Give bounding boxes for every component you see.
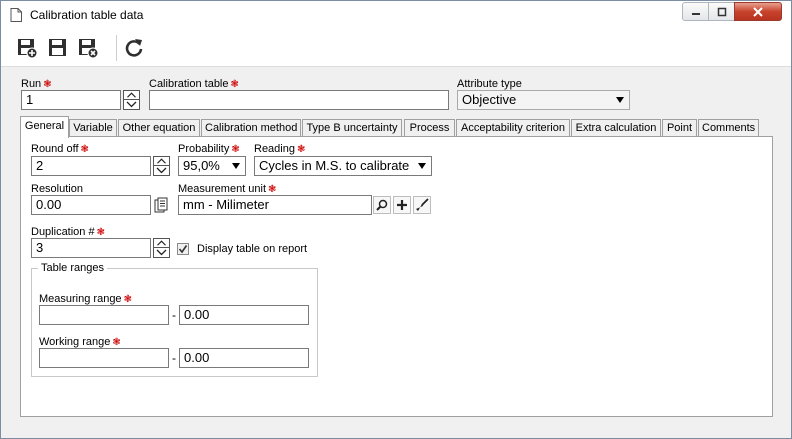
chevron-up-icon[interactable] — [124, 91, 139, 100]
tab-other-equation[interactable]: Other equation — [118, 119, 200, 137]
chevron-up-icon[interactable] — [154, 157, 169, 166]
clipboard-icon[interactable] — [154, 197, 168, 213]
tab-variable[interactable]: Variable — [69, 119, 117, 137]
required-icon: ❃ — [230, 79, 239, 90]
tab-comments[interactable]: Comments — [698, 119, 759, 137]
attribute-type-label: Attribute type — [457, 78, 522, 90]
required-icon: ❃ — [80, 144, 89, 155]
toolbar — [1, 29, 791, 67]
display-table-checkbox[interactable] — [177, 243, 189, 255]
reading-select[interactable]: Cycles in M.S. to calibrate — [254, 156, 432, 176]
required-icon: ❃ — [123, 294, 132, 305]
save-close-icon[interactable] — [77, 37, 99, 59]
range-separator: - — [172, 351, 176, 365]
run-input[interactable]: 1 — [21, 90, 121, 110]
maximize-button[interactable] — [708, 2, 735, 21]
round-off-label: Round off ❃ — [31, 143, 89, 155]
range-separator: - — [172, 308, 176, 322]
attribute-type-select[interactable]: Objective — [457, 90, 630, 110]
resolution-input[interactable]: 0.00 — [31, 195, 151, 215]
duplication-label: Duplication # ❃ — [31, 226, 105, 238]
measurement-unit-label: Measurement unit ❃ — [178, 183, 277, 195]
tab-acceptability-criterion[interactable]: Acceptability criterion — [456, 119, 570, 137]
attribute-type-value: Objective — [462, 92, 517, 107]
tab-type-b-uncertainty[interactable]: Type B uncertainty — [302, 119, 402, 137]
window-title: Calibration table data — [30, 8, 144, 22]
tab-general[interactable]: General — [20, 116, 69, 138]
dropdown-arrow-icon — [418, 163, 426, 169]
chevron-down-icon[interactable] — [154, 248, 169, 257]
dropdown-arrow-icon — [616, 97, 624, 103]
measurement-unit-input[interactable]: mm - Milimeter — [178, 195, 372, 215]
checkmark-icon — [178, 245, 188, 254]
plus-icon — [397, 200, 407, 210]
resolution-label: Resolution — [31, 183, 83, 195]
save-icon[interactable] — [47, 37, 69, 59]
round-off-stepper[interactable] — [153, 156, 170, 176]
required-icon: ❃ — [268, 184, 277, 195]
measuring-range-to-input[interactable]: 0.00 — [179, 305, 309, 325]
search-icon — [376, 199, 388, 211]
tab-process[interactable]: Process — [404, 119, 455, 137]
tab-extra-calculation[interactable]: Extra calculation — [571, 119, 661, 137]
display-table-label: Display table on report — [197, 243, 308, 255]
required-icon: ❃ — [43, 79, 52, 90]
probability-select[interactable]: 95,0% — [178, 156, 246, 176]
working-range-to-input[interactable]: 0.00 — [179, 348, 309, 368]
reading-value: Cycles in M.S. to calibrate — [259, 158, 410, 173]
minimize-button[interactable] — [682, 2, 709, 21]
run-label: Run ❃ — [21, 78, 52, 90]
calibration-table-label: Calibration table ❃ — [149, 78, 239, 90]
duplication-input[interactable]: 3 — [31, 238, 151, 258]
required-icon: ❃ — [231, 144, 240, 155]
chevron-up-icon[interactable] — [154, 239, 169, 248]
working-range-from-input[interactable] — [39, 348, 169, 368]
reading-label: Reading ❃ — [254, 143, 306, 155]
measuring-range-from-input[interactable] — [39, 305, 169, 325]
calibration-table-input[interactable] — [149, 90, 449, 110]
broom-icon — [416, 198, 429, 211]
close-button[interactable] — [734, 2, 782, 21]
refresh-icon[interactable] — [123, 37, 145, 59]
clear-button[interactable] — [413, 196, 431, 214]
title-bar: Calibration table data — [1, 1, 791, 29]
required-icon: ❃ — [112, 337, 121, 348]
dropdown-arrow-icon — [232, 163, 240, 169]
chevron-down-icon[interactable] — [124, 100, 139, 109]
working-range-label: Working range ❃ — [39, 336, 121, 348]
chevron-down-icon[interactable] — [154, 166, 169, 175]
table-ranges-title: Table ranges — [38, 262, 107, 274]
tab-point[interactable]: Point — [662, 119, 697, 137]
save-new-icon[interactable] — [16, 37, 38, 59]
round-off-input[interactable]: 2 — [31, 156, 151, 176]
maximize-icon — [717, 7, 726, 16]
tab-calibration-method[interactable]: Calibration method — [201, 119, 301, 137]
add-button[interactable] — [393, 196, 411, 214]
probability-value: 95,0% — [183, 158, 220, 173]
calibration-table-window: Calibration table data Run ❃ 1 Calibrati… — [0, 0, 792, 439]
toolbar-separator — [116, 35, 117, 61]
run-stepper[interactable] — [123, 90, 140, 110]
close-icon — [753, 6, 763, 17]
document-icon — [10, 8, 22, 22]
probability-label: Probability ❃ — [178, 143, 240, 155]
minimize-icon — [691, 12, 700, 15]
duplication-stepper[interactable] — [153, 238, 170, 258]
search-button[interactable] — [373, 196, 391, 214]
required-icon: ❃ — [96, 227, 105, 238]
required-icon: ❃ — [296, 144, 306, 155]
measuring-range-label: Measuring range ❃ — [39, 293, 132, 305]
